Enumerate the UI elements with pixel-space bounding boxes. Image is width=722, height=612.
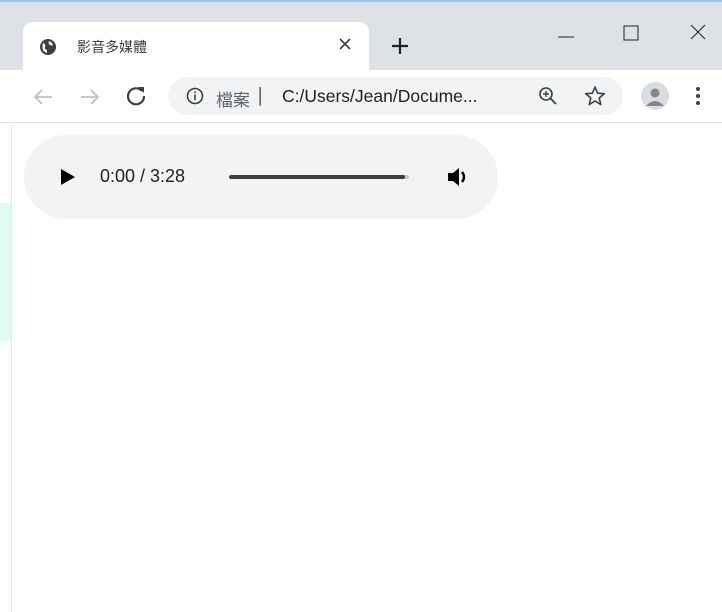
left-edge-border — [11, 123, 12, 612]
browser-toolbar: 檔案 | C:/Users/Jean/Docume... — [0, 70, 722, 123]
close-icon[interactable] — [338, 37, 352, 51]
time-display: 0:00 / 3:28 — [100, 166, 186, 186]
tab-strip: 影音多媒體 — [0, 2, 722, 71]
audio-player: 0:00 / 3:28 — [24, 135, 498, 219]
file-scheme-chip: 檔案 — [216, 91, 250, 111]
reload-icon[interactable] — [125, 85, 147, 107]
play-icon[interactable] — [60, 168, 76, 186]
back-arrow-icon[interactable] — [32, 86, 54, 108]
plus-icon[interactable] — [390, 36, 410, 56]
avatar-icon[interactable] — [641, 82, 669, 110]
info-icon[interactable] — [186, 87, 204, 105]
forward-arrow-icon[interactable] — [79, 86, 101, 108]
zoom-icon[interactable] — [538, 86, 558, 106]
globe-icon — [40, 39, 56, 55]
window-close-icon[interactable] — [688, 22, 708, 42]
seek-bar[interactable] — [229, 175, 409, 179]
minimize-icon[interactable] — [557, 28, 575, 46]
omnibox-separator: | — [257, 84, 264, 106]
volume-icon[interactable] — [446, 166, 470, 188]
menu-icon[interactable] — [690, 84, 706, 108]
maximize-icon[interactable] — [622, 24, 640, 42]
url-text[interactable]: C:/Users/Jean/Docume... — [282, 86, 477, 107]
star-icon[interactable] — [584, 85, 606, 107]
tab-active[interactable]: 影音多媒體 — [23, 22, 369, 71]
address-bar[interactable]: 檔案 | C:/Users/Jean/Docume... — [168, 77, 623, 115]
tab-title: 影音多媒體 — [77, 40, 147, 56]
seek-bar-fill — [229, 175, 406, 179]
